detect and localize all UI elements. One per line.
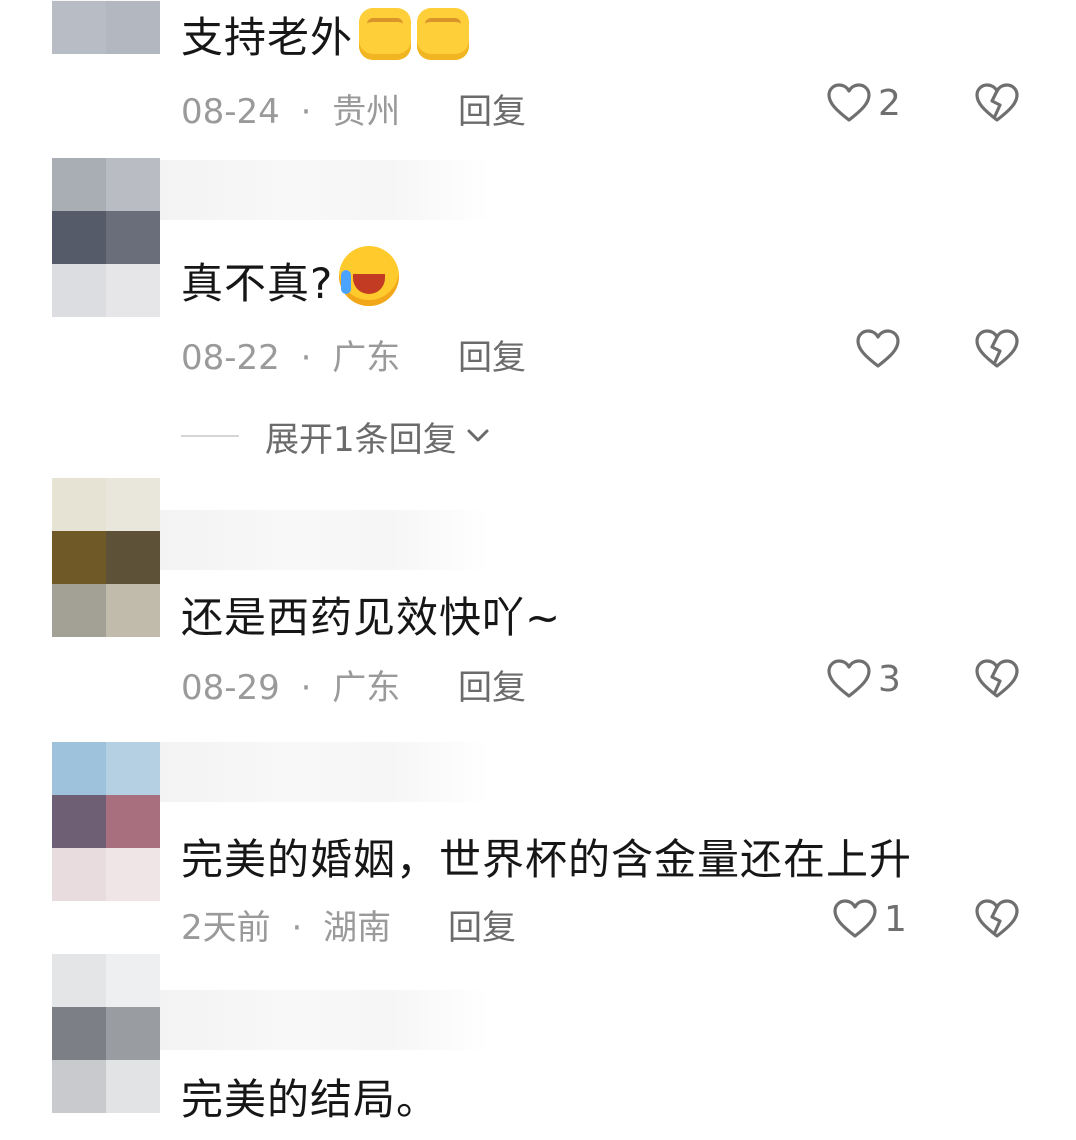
username-blurred [160, 510, 490, 570]
username-blurred [160, 990, 490, 1050]
reply-button[interactable]: 回复 [448, 900, 516, 949]
comment-region: 湖南 [323, 908, 392, 948]
separator: · [300, 92, 312, 132]
separator: · [300, 668, 312, 708]
like-button[interactable]: 1 [832, 896, 907, 942]
broken-heart-icon [975, 899, 1019, 938]
comment-region: 贵州 [332, 92, 401, 132]
dislike-button[interactable] [974, 656, 1020, 702]
dislike-button[interactable] [974, 896, 1020, 942]
comment-text: 还是西药见效快吖~ [181, 593, 562, 642]
avatar[interactable] [52, 478, 160, 637]
heart-outline-icon [833, 899, 877, 938]
fist-emoji-icon [417, 8, 470, 60]
comment-meta: 08-24 · 贵州 [181, 84, 400, 133]
fist-emoji-icon [359, 8, 412, 60]
heart-outline-icon [827, 659, 871, 698]
comment-date: 08-29 [181, 668, 280, 708]
avatar[interactable] [52, 954, 160, 1113]
comment-text: 真不真? [181, 246, 400, 311]
dislike-button[interactable] [974, 326, 1020, 372]
avatar[interactable] [52, 158, 160, 317]
like-count: 2 [878, 82, 901, 124]
reply-button[interactable]: 回复 [458, 84, 526, 133]
comment-meta: 08-22 · 广东 [181, 330, 400, 379]
laughing-crying-emoji-icon [339, 246, 400, 306]
comment-meta: 2天前 · 湖南 [181, 900, 391, 949]
heart-outline-icon [856, 329, 900, 368]
broken-heart-icon [975, 329, 1019, 368]
separator: · [291, 908, 303, 948]
avatar[interactable] [52, 742, 160, 901]
like-count: 1 [884, 898, 907, 940]
username-blurred [160, 160, 490, 220]
username-blurred [160, 742, 490, 802]
reply-button[interactable]: 回复 [458, 660, 526, 709]
dislike-button[interactable] [974, 80, 1020, 126]
comment-region: 广东 [332, 668, 401, 708]
like-count: 3 [878, 658, 901, 700]
comment-date: 2天前 [181, 908, 271, 948]
heart-outline-icon [827, 83, 871, 122]
reply-button[interactable]: 回复 [458, 330, 526, 379]
separator: · [300, 338, 312, 378]
broken-heart-icon [975, 659, 1019, 698]
like-button[interactable]: 2 [826, 80, 901, 126]
comment-text: 支持老外 [181, 4, 470, 65]
expand-replies-label: 展开1条回复 [265, 419, 457, 460]
divider [181, 435, 239, 437]
avatar[interactable] [52, 0, 160, 54]
comment-text: 完美的结局。 [181, 1075, 440, 1124]
comment-text: 完美的婚姻，世界杯的含金量还在上升 [181, 835, 913, 884]
broken-heart-icon [975, 83, 1019, 122]
like-button[interactable]: 3 [826, 656, 901, 702]
comment-meta: 08-29 · 广东 [181, 660, 400, 709]
comment-region: 广东 [332, 338, 401, 378]
comment-date: 08-24 [181, 92, 280, 132]
chevron-down-icon [467, 429, 489, 442]
expand-replies-button[interactable]: 展开1条回复 [181, 414, 493, 460]
like-button[interactable] [855, 326, 901, 372]
comment-date: 08-22 [181, 338, 280, 378]
